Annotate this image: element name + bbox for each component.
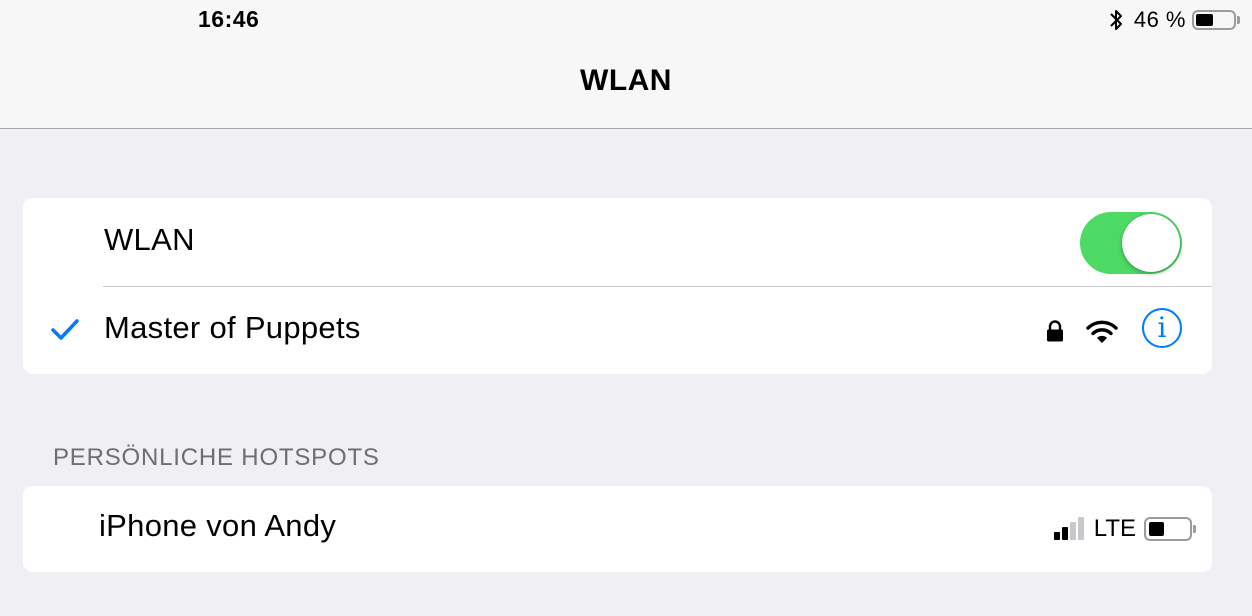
lock-icon [1047, 320, 1063, 342]
network-name: Master of Puppets [104, 310, 361, 345]
wlan-toggle-switch[interactable] [1080, 212, 1182, 274]
hotspot-name: iPhone von Andy [99, 508, 337, 543]
bluetooth-icon [1110, 10, 1122, 30]
hotspots-group: iPhone von Andy LTE [23, 486, 1212, 572]
hotspot-battery-tip [1193, 525, 1196, 533]
cellular-signal-icon [1053, 517, 1084, 540]
battery-tip [1237, 16, 1240, 24]
toggle-knob [1122, 214, 1180, 272]
hotspot-status: LTE [1052, 515, 1196, 543]
signal-bar [1069, 522, 1076, 540]
battery-icon [1192, 10, 1236, 30]
signal-bar [1061, 527, 1068, 540]
wifi-icon [1086, 320, 1118, 343]
wlan-toggle-label: WLAN [104, 222, 195, 257]
network-type-label: LTE [1093, 515, 1136, 542]
status-indicators: 46 % [1108, 6, 1240, 34]
status-time: 16:46 [198, 6, 260, 32]
checkmark-icon [51, 319, 79, 340]
network-info-button[interactable]: i [1142, 308, 1182, 348]
signal-bar [1077, 517, 1084, 540]
connected-network-row[interactable]: Master of Puppets i [23, 286, 1212, 374]
hotspot-battery-icon [1144, 517, 1192, 541]
hotspots-section-header: PERSÖNLICHE HOTSPOTS [53, 444, 380, 471]
signal-bar [1053, 532, 1060, 540]
battery-percentage: 46 % [1133, 7, 1186, 32]
info-icon: i [1157, 311, 1167, 344]
wlan-toggle-row: WLAN [23, 198, 1212, 287]
navigation-header: 16:46 46 % WLAN [0, 0, 1252, 129]
battery-level-fill [1196, 14, 1213, 26]
wlan-settings-group: WLAN Master of Puppets i [23, 198, 1212, 374]
hotspot-battery-level-fill [1149, 522, 1165, 536]
page-title: WLAN [580, 64, 672, 97]
hotspot-row[interactable]: iPhone von Andy LTE [23, 486, 1212, 572]
